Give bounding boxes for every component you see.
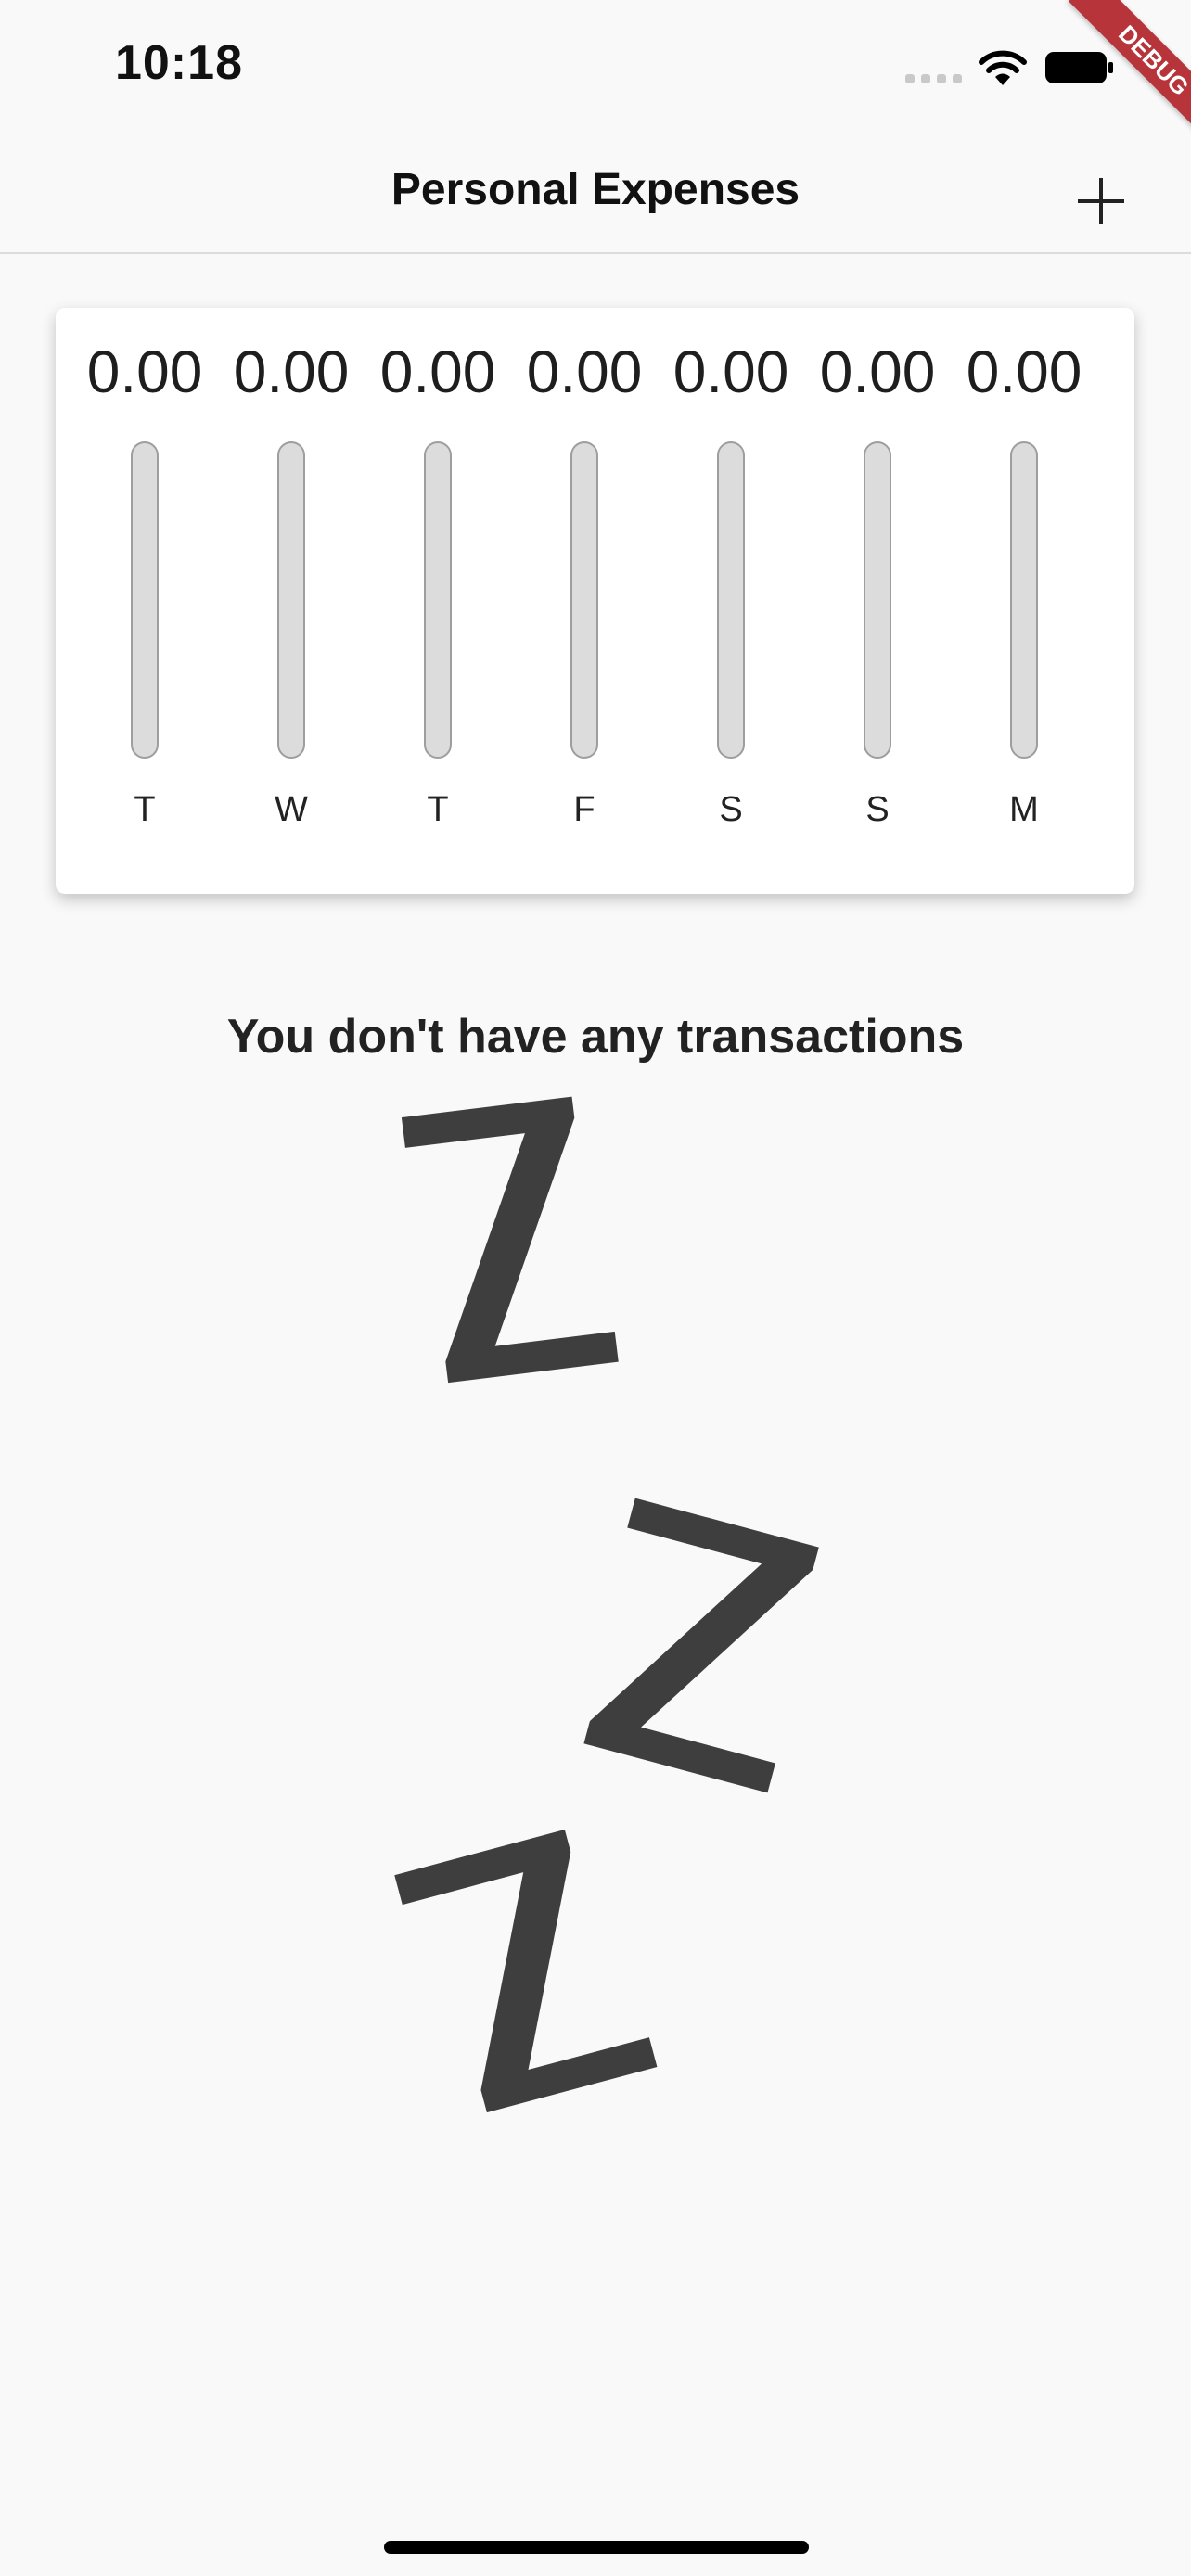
signal-icon — [905, 74, 963, 83]
bar-track — [277, 441, 305, 759]
bar-amount-label: 0.00 — [233, 338, 350, 405]
z-letter-bottom — [394, 1830, 658, 2113]
bar-day-label: W — [275, 790, 308, 829]
bar-track — [131, 441, 159, 759]
bar-amount-label: 0.00 — [86, 338, 203, 405]
bar-day-label: T — [427, 790, 449, 829]
bar-day-label: S — [719, 790, 743, 829]
z-letter-top — [401, 1096, 619, 1384]
nav-bar: Personal Expenses — [0, 139, 1191, 254]
add-transaction-button[interactable] — [1067, 167, 1135, 236]
wifi-icon — [979, 50, 1027, 85]
chart-bar-column: 0.00 T — [71, 308, 218, 894]
chart-bar-column: 0.00 T — [365, 308, 511, 894]
home-indicator — [384, 2541, 809, 2554]
z-letter-middle — [583, 1498, 819, 1793]
bar-track — [570, 441, 598, 759]
bar-amount-label: 0.00 — [672, 338, 789, 405]
bar-day-label: M — [1009, 790, 1039, 829]
chart-bar-column: 0.00 S — [804, 308, 951, 894]
sleeping-z-icon — [394, 1096, 819, 2113]
weekly-chart-card: 0.00 T 0.00 W 0.00 T 0.00 F 0.00 S 0.00 S 0.00 M — [56, 308, 1134, 894]
bar-track — [1010, 441, 1038, 759]
bar-amount-label: 0.00 — [966, 338, 1082, 405]
debug-ribbon: DEBUG — [1069, 0, 1191, 146]
bar-track — [424, 441, 452, 759]
status-time: 10:18 — [115, 36, 243, 90]
chart-bar-column: 0.00 F — [511, 308, 658, 894]
chart-bar-column: 0.00 M — [951, 308, 1097, 894]
chart-bar-column: 0.00 W — [218, 308, 365, 894]
status-bar: 10:18 — [0, 0, 1191, 139]
plus-icon — [1078, 178, 1124, 224]
bar-amount-label: 0.00 — [819, 338, 936, 405]
chart-bar-column: 0.00 S — [658, 308, 804, 894]
bar-day-label: F — [573, 790, 596, 829]
bar-day-label: T — [134, 790, 156, 829]
bar-amount-label: 0.00 — [379, 338, 496, 405]
bar-amount-label: 0.00 — [526, 338, 643, 405]
page-title: Personal Expenses — [391, 165, 800, 214]
bar-day-label: S — [865, 790, 890, 829]
debug-banner: DEBUG — [1030, 0, 1191, 161]
bar-track — [717, 441, 745, 759]
bar-track — [864, 441, 891, 759]
empty-state-title: You don't have any transactions — [226, 1010, 965, 1064]
